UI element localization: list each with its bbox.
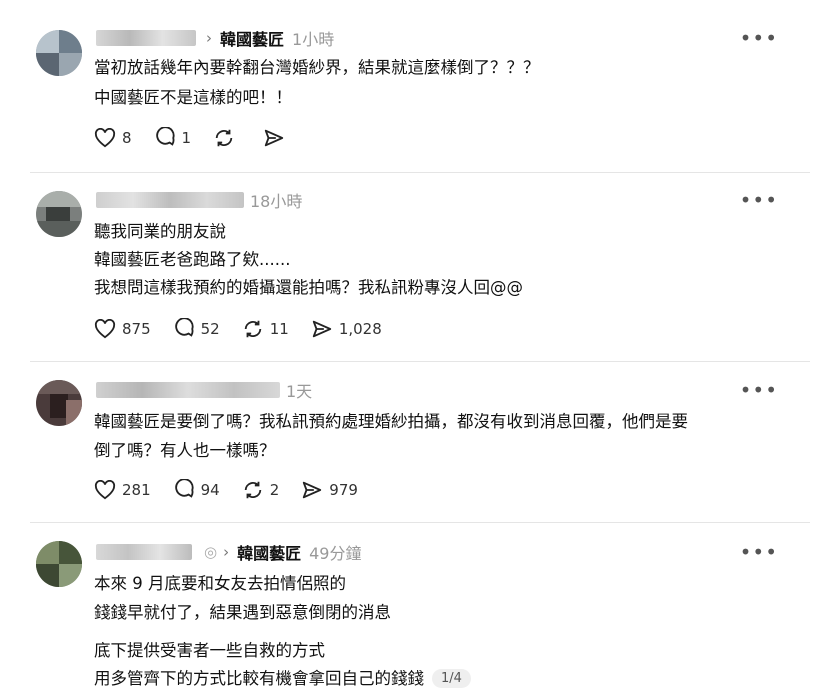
post-time[interactable]: 1天 bbox=[286, 378, 312, 402]
like-count: 875 bbox=[122, 320, 151, 338]
reply-count: 1 bbox=[181, 129, 192, 147]
post-actions: 8 1 bbox=[94, 127, 313, 149]
post-text-line: 我想問這樣我預約的婚攝還能拍嗎？我私訊粉專沒人回@@ bbox=[94, 278, 523, 297]
post-time[interactable]: 1小時 bbox=[292, 26, 334, 50]
reply-count: 94 bbox=[200, 481, 220, 499]
post-3[interactable]: 1天 ••• 韓國藝匠是要倒了嗎？我私訊預約處理婚紗拍攝，都沒有收到消息回覆，他… bbox=[0, 362, 822, 522]
post-text-line: 中國藝匠不是這樣的吧！！ bbox=[94, 88, 292, 107]
post-text-line: 用多管齊下的方式比較有機會拿回自己的錢錢 bbox=[94, 669, 424, 688]
more-options-icon[interactable]: ••• bbox=[740, 540, 778, 564]
post-1[interactable]: › 韓國藝匠 1小時 ••• 當初放話幾年內要幹翻台灣婚紗界，結果就這麼樣倒了？… bbox=[0, 0, 822, 172]
post-actions: 875 52 11 1,028 bbox=[94, 318, 404, 340]
blurred-username[interactable] bbox=[96, 30, 196, 46]
share-count: 979 bbox=[329, 481, 358, 499]
more-options-icon[interactable]: ••• bbox=[740, 26, 778, 50]
like-count: 8 bbox=[122, 129, 132, 147]
repost-icon bbox=[215, 129, 233, 147]
post-header: 1天 bbox=[96, 378, 312, 402]
post-text-line-with-pager: 用多管齊下的方式比較有機會拿回自己的錢錢 1/4 bbox=[94, 665, 471, 689]
blurred-username[interactable] bbox=[96, 382, 280, 398]
send-icon bbox=[264, 129, 284, 147]
heart-icon bbox=[94, 128, 116, 148]
repost-icon bbox=[244, 320, 261, 338]
share-button[interactable]: 1,028 bbox=[311, 318, 382, 340]
page-indicator[interactable]: 1/4 bbox=[432, 669, 471, 688]
post-4[interactable]: ◎ › 韓國藝匠 49分鐘 ••• 本來 9 月底要和女友去拍情侶照的 錢錢早就… bbox=[0, 523, 822, 698]
post-time[interactable]: 18小時 bbox=[250, 188, 302, 212]
avatar[interactable] bbox=[36, 541, 82, 587]
repost-icon bbox=[244, 481, 261, 499]
post-header: ◎ › 韓國藝匠 49分鐘 bbox=[96, 540, 361, 564]
reply-button[interactable]: 94 bbox=[173, 479, 220, 501]
share-count: 1,028 bbox=[338, 320, 382, 338]
post-header: 18小時 bbox=[96, 188, 302, 212]
repost-count: 11 bbox=[269, 320, 289, 338]
post-time[interactable]: 49分鐘 bbox=[309, 540, 361, 564]
comment-icon bbox=[174, 318, 194, 337]
repost-button[interactable]: 11 bbox=[242, 318, 289, 340]
post-text-line: 當初放話幾年內要幹翻台灣婚紗界，結果就這麼樣倒了？？？ bbox=[94, 58, 540, 77]
avatar[interactable] bbox=[36, 30, 82, 76]
avatar[interactable] bbox=[36, 191, 82, 237]
post-text-line: 聽我同業的朋友說 bbox=[94, 222, 226, 241]
heart-icon bbox=[94, 480, 116, 500]
threads-feed: › 韓國藝匠 1小時 ••• 當初放話幾年內要幹翻台灣婚紗界，結果就這麼樣倒了？… bbox=[0, 0, 822, 698]
reply-button[interactable]: 1 bbox=[154, 127, 192, 149]
post-text-line: 錢錢早就付了，結果遇到惡意倒閉的消息 bbox=[94, 603, 391, 622]
post-text-line: 韓國藝匠老爸跑路了欸...... bbox=[94, 250, 291, 269]
more-options-icon[interactable]: ••• bbox=[740, 378, 778, 402]
chevron-right-icon: › bbox=[206, 29, 212, 47]
post-actions: 281 94 2 979 bbox=[94, 479, 380, 501]
post-text-line: 韓國藝匠是要倒了嗎？我私訊預約處理婚紗拍攝，都沒有收到消息回覆，他們是要 bbox=[94, 412, 688, 431]
verified-badge-icon: ◎ bbox=[204, 543, 218, 561]
share-button[interactable] bbox=[263, 127, 291, 149]
reply-count: 52 bbox=[200, 320, 220, 338]
post-text-line: 本來 9 月底要和女友去拍情侶照的 bbox=[94, 574, 346, 593]
like-button[interactable]: 281 bbox=[94, 480, 151, 500]
post-text-line: 倒了嗎？有人也一樣嗎？ bbox=[94, 441, 276, 460]
more-options-icon[interactable]: ••• bbox=[740, 188, 778, 212]
like-count: 281 bbox=[122, 481, 151, 499]
blurred-username[interactable] bbox=[96, 544, 192, 560]
heart-icon bbox=[94, 319, 116, 339]
avatar[interactable] bbox=[36, 380, 82, 426]
reply-button[interactable]: 52 bbox=[173, 318, 220, 340]
post-2[interactable]: 18小時 ••• 聽我同業的朋友說 韓國藝匠老爸跑路了欸...... 我想問這樣… bbox=[0, 173, 822, 361]
chevron-right-icon: › bbox=[223, 543, 230, 561]
post-text-line: 底下提供受害者一些自救的方式 bbox=[94, 641, 325, 660]
send-icon bbox=[312, 320, 331, 338]
like-button[interactable]: 8 bbox=[94, 128, 132, 148]
blurred-username[interactable] bbox=[96, 192, 244, 208]
share-button[interactable]: 979 bbox=[301, 479, 358, 501]
comment-icon bbox=[155, 127, 175, 146]
repost-button[interactable] bbox=[213, 127, 241, 149]
thread-title[interactable]: 韓國藝匠 bbox=[220, 26, 284, 50]
thread-title[interactable]: 韓國藝匠 bbox=[237, 540, 301, 564]
like-button[interactable]: 875 bbox=[94, 319, 151, 339]
repost-count: 2 bbox=[269, 481, 280, 499]
repost-button[interactable]: 2 bbox=[242, 479, 280, 501]
post-header: › 韓國藝匠 1小時 bbox=[96, 26, 334, 50]
comment-icon bbox=[174, 479, 194, 498]
send-icon bbox=[303, 481, 322, 499]
